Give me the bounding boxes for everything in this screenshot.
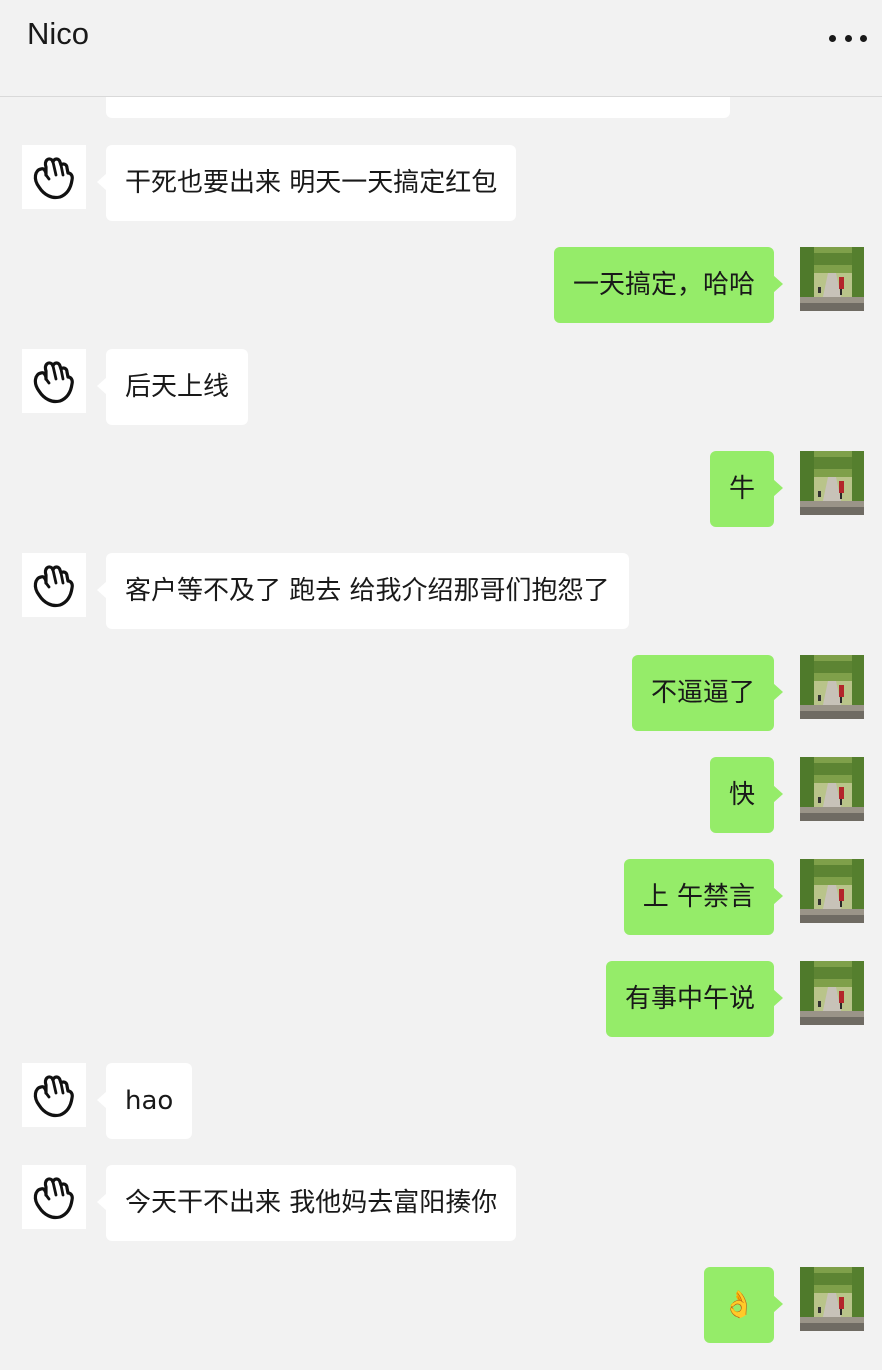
message-row: 上 午禁言: [0, 859, 882, 935]
incoming-message-bubble[interactable]: 干死也要出来 明天一天搞定红包: [96, 145, 517, 221]
my-avatar[interactable]: [800, 451, 864, 515]
hand-doodle-icon: [22, 349, 86, 413]
my-avatar[interactable]: [800, 757, 864, 821]
message-row: 今天干不出来 我他妈去富阳揍你: [0, 1165, 882, 1241]
message-row: 有事中午说: [0, 961, 882, 1037]
message-row: 干死也要出来 明天一天搞定红包: [0, 145, 882, 221]
my-avatar[interactable]: [800, 655, 864, 719]
hand-doodle-icon: [22, 1165, 86, 1229]
park-path-photo: [800, 859, 864, 923]
hand-doodle-icon: [22, 145, 86, 209]
park-path-photo: [800, 655, 864, 719]
contact-avatar[interactable]: [22, 1165, 86, 1229]
park-path-photo: [800, 1267, 864, 1331]
contact-avatar[interactable]: [22, 145, 86, 209]
outgoing-message-bubble[interactable]: 牛: [709, 451, 784, 527]
message-row: 快: [0, 757, 882, 833]
outgoing-message-bubble[interactable]: 不逼逼了: [631, 655, 784, 731]
outgoing-message-bubble[interactable]: 上 午禁言: [623, 859, 784, 935]
chat-header: Nico: [0, 0, 882, 97]
park-path-photo: [800, 247, 864, 311]
message-row: hao: [0, 1063, 882, 1139]
my-avatar[interactable]: [800, 859, 864, 923]
park-path-photo: [800, 757, 864, 821]
outgoing-message-bubble[interactable]: 快: [709, 757, 784, 833]
incoming-message-bubble[interactable]: 客户等不及了 跑去 给我介绍那哥们抱怨了: [97, 553, 629, 629]
my-avatar[interactable]: [800, 961, 864, 1025]
chat-title: Nico: [27, 16, 90, 51]
park-path-photo: [800, 451, 864, 515]
hand-doodle-icon: [22, 1063, 86, 1127]
hand-doodle-icon: [22, 553, 86, 617]
incoming-message-bubble[interactable]: 今天干不出来 我他妈去富阳揍你: [96, 1165, 517, 1241]
my-avatar[interactable]: [800, 1267, 864, 1331]
outgoing-message-bubble[interactable]: 👌: [703, 1267, 784, 1343]
message-row: 一天搞定，哈哈: [0, 247, 882, 323]
contact-avatar[interactable]: [22, 349, 86, 413]
incoming-message-bubble[interactable]: 后天上线: [96, 349, 249, 425]
park-path-photo: [800, 961, 864, 1025]
contact-avatar[interactable]: [22, 553, 86, 617]
outgoing-message-bubble[interactable]: 一天搞定，哈哈: [553, 247, 784, 323]
message-row: 👌: [0, 1267, 882, 1343]
outgoing-message-bubble[interactable]: 有事中午说: [605, 961, 784, 1037]
more-dots-icon[interactable]: [829, 34, 867, 42]
message-row: 客户等不及了 跑去 给我介绍那哥们抱怨了: [0, 553, 882, 629]
message-row: 后天上线: [0, 349, 882, 425]
contact-avatar[interactable]: [22, 1063, 86, 1127]
message-row: 牛: [0, 451, 882, 527]
incoming-message-bubble[interactable]: hao: [96, 1063, 193, 1139]
message-row: 不逼逼了: [0, 655, 882, 731]
my-avatar[interactable]: [800, 247, 864, 311]
